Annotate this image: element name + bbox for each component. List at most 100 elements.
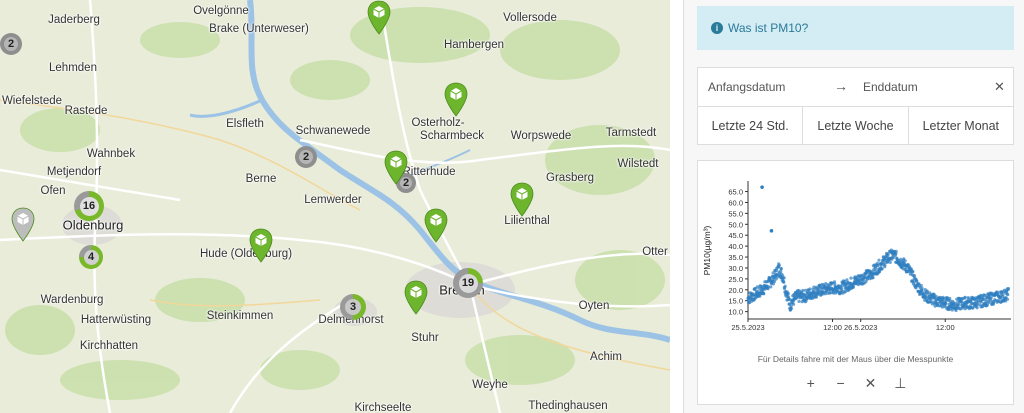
date-range-picker[interactable]: Anfangsdatum → Enddatum ✕ — [697, 67, 1014, 107]
zoom-out-button[interactable]: − — [828, 375, 854, 391]
preset-last-month-button[interactable]: Letzter Monat — [909, 107, 1013, 144]
place-label: Worpswede — [510, 130, 572, 142]
data-point — [877, 258, 881, 262]
sensor-pin[interactable] — [424, 208, 448, 244]
start-date-field[interactable]: Anfangsdatum — [708, 80, 785, 94]
data-point — [944, 301, 948, 305]
arrow-right-icon: → — [834, 78, 848, 94]
sensor-pin[interactable] — [404, 280, 428, 316]
y-tick-label: 15.0 — [728, 297, 743, 306]
sensor-pin[interactable] — [510, 182, 534, 218]
data-point — [840, 286, 844, 290]
cluster-marker[interactable]: 4 — [79, 245, 103, 269]
data-point — [808, 287, 812, 291]
data-point — [975, 303, 979, 307]
clear-dates-icon[interactable]: ✕ — [994, 79, 1005, 95]
info-label[interactable]: Was ist PM10? — [728, 21, 808, 35]
place-label: Osterholz- — [411, 117, 465, 129]
data-point — [783, 284, 787, 288]
place-label: Scharmbeck — [420, 130, 484, 142]
y-tick-label: 10.0 — [728, 308, 743, 317]
zoom-in-button[interactable]: + — [798, 375, 824, 391]
place-label: Thedinghausen — [528, 400, 608, 412]
data-point — [903, 259, 907, 263]
data-point — [888, 260, 892, 264]
cluster-marker[interactable]: 16 — [74, 191, 104, 221]
place-label: Hambergen — [443, 39, 505, 51]
map-marker-icon — [249, 228, 273, 263]
data-point — [957, 302, 961, 306]
reset-zoom-button[interactable]: ✕ — [857, 375, 883, 392]
end-date-field[interactable]: Enddatum — [863, 80, 918, 94]
cluster-count: 4 — [83, 249, 99, 265]
y-tick-label: 25.0 — [728, 275, 743, 284]
place-label: Weyhe — [472, 379, 508, 391]
place-label: Wiefelstede — [1, 95, 63, 107]
x-tick-label: 12:00 — [936, 323, 955, 332]
sensor-pin[interactable] — [249, 228, 273, 264]
info-box-pm10[interactable]: i Was ist PM10? — [697, 6, 1014, 50]
preset-last-week-button[interactable]: Letzte Woche — [803, 107, 909, 144]
y-tick-label: 30.0 — [728, 264, 743, 273]
y-tick-label: 45.0 — [728, 231, 743, 240]
sensor-pin[interactable] — [384, 150, 408, 186]
data-point — [894, 249, 898, 253]
map-marker-icon — [510, 182, 534, 217]
info-icon: i — [711, 22, 723, 34]
place-label: Metjendorf — [46, 166, 102, 178]
map-marker-icon — [384, 150, 408, 185]
data-point — [963, 295, 967, 299]
data-point — [777, 263, 781, 267]
place-label: Stuhr — [411, 332, 439, 344]
x-tick-label: 25.5.2023 — [731, 323, 764, 332]
chart-hint: Für Details fahre mit der Maus über die … — [757, 354, 954, 364]
pm10-chart[interactable]: 10.0 15.0 20.0 25.0 30.0 35.0 40.0 45.0 50.0 55.0… — [698, 161, 1013, 346]
sensor-pin[interactable] — [11, 207, 35, 243]
chart-box: 10.0 15.0 20.0 25.0 30.0 35.0 40.0 45.0 50.0 55.0… — [697, 160, 1014, 405]
cluster-count: 19 — [458, 273, 478, 293]
cluster-count: 2 — [299, 150, 313, 164]
y-tick-label: 20.0 — [728, 286, 743, 295]
data-point — [760, 185, 764, 189]
y-tick-label: 55.0 — [728, 209, 743, 218]
cluster-marker[interactable]: 3 — [340, 294, 366, 320]
place-label: Steinkimmen — [206, 310, 274, 322]
y-tick-label: 35.0 — [728, 253, 743, 262]
map-marker-icon — [11, 207, 35, 242]
data-point — [1005, 297, 1010, 301]
data-point — [769, 285, 773, 289]
y-tick-label: 60.0 — [728, 198, 743, 207]
data-point — [792, 302, 796, 306]
sensor-pin[interactable] — [367, 0, 391, 36]
map-marker-icon — [404, 280, 428, 315]
place-label: Wahnbek — [86, 148, 136, 160]
data-point — [880, 267, 884, 271]
map[interactable]: Jaderberg Ovelgönne Brake (Unterweser) Voll… — [0, 0, 670, 413]
map-marker-icon — [367, 0, 391, 35]
data-point — [851, 285, 855, 289]
data-point — [871, 276, 875, 280]
data-point — [797, 299, 801, 303]
place-label: Jaderberg — [48, 14, 100, 26]
cluster-marker[interactable]: 2 — [295, 146, 317, 168]
data-point — [975, 306, 979, 310]
data-point — [849, 276, 853, 280]
place-label: Vollersode — [503, 12, 557, 24]
cluster-count: 16 — [79, 196, 99, 216]
data-point — [912, 274, 917, 278]
preset-last-24h-button[interactable]: Letzte 24 Std. — [698, 107, 804, 144]
place-label: Brake (Unterweser) — [209, 23, 309, 35]
data-point — [1001, 293, 1005, 297]
preset-buttons: Letzte 24 Std. Letzte Woche Letzter Mona… — [697, 107, 1014, 145]
place-label: Tarmstedt — [605, 127, 657, 139]
cluster-marker[interactable]: 19 — [453, 268, 483, 298]
place-label: Berne — [245, 173, 277, 185]
place-label: Schwanewede — [295, 125, 371, 137]
y-tick-label: 40.0 — [728, 242, 743, 251]
place-label: Elsfleth — [226, 118, 264, 130]
download-button[interactable]: ⊥ — [887, 375, 913, 392]
cluster-marker[interactable]: 2 — [0, 33, 22, 55]
data-point — [782, 276, 786, 280]
sensor-pin[interactable] — [444, 82, 468, 118]
data-point — [789, 307, 793, 311]
